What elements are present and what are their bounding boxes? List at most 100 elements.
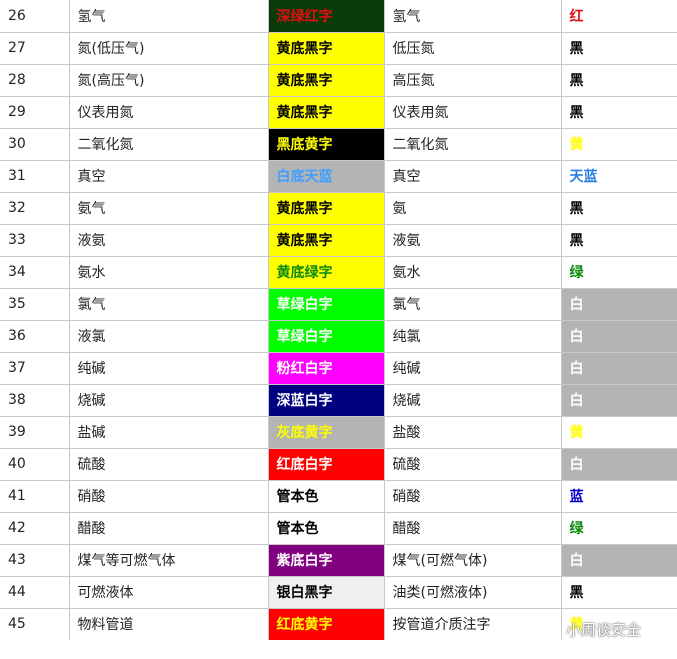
medium-name: 氢气 xyxy=(68,0,269,33)
table-row: 42 醋酸 管本色 醋酸绿 xyxy=(0,511,677,545)
text-color: 黑 xyxy=(560,223,677,257)
row-number: 36 xyxy=(0,319,70,353)
pipe-label: 氯气 xyxy=(383,287,562,321)
row-number: 29 xyxy=(0,95,70,129)
pipe-label: 仪表用氮 xyxy=(383,95,562,129)
color-scheme: 粉红白字 xyxy=(267,351,385,385)
color-scheme: 黄底黑字 xyxy=(267,95,385,129)
medium-name: 硫酸 xyxy=(68,447,269,481)
pipe-label: 烧碱 xyxy=(383,383,562,417)
table-row: 31 真空 白底天蓝 真空 天蓝 xyxy=(0,159,677,193)
pipe-label: 按管道介质注字 xyxy=(383,607,562,640)
pipe-label: 氨水 xyxy=(383,255,562,289)
row-number: 39 xyxy=(0,415,70,449)
row-number: 44 xyxy=(0,575,70,609)
table-row: 38 烧碱 深蓝白字 烧碱白 xyxy=(0,383,677,417)
medium-name: 煤气等可燃气体 xyxy=(68,543,269,577)
row-number: 26 xyxy=(0,0,70,33)
pipe-label: 煤气(可燃气体) xyxy=(383,543,562,577)
color-scheme: 灰底黄字 xyxy=(267,415,385,449)
medium-name: 氨气 xyxy=(68,191,269,225)
color-scheme: 红底白字 xyxy=(267,447,385,481)
pipe-label: 醋酸 xyxy=(383,511,562,545)
table-row: 43 煤气等可燃气体 紫底白字 煤气(可燃气体) 白 xyxy=(0,543,677,577)
table-body: 26 氢气 深绿红字 氢气红 27 氮(低压气) 黄底黑字 低压氮黑 28 氮(高压气) 黄底黑字高… xyxy=(0,0,677,640)
row-number: 30 xyxy=(0,127,70,161)
pipe-label: 真空 xyxy=(383,159,562,193)
row-number: 45 xyxy=(0,607,70,640)
row-number: 31 xyxy=(0,159,70,193)
table-row: 30 二氧化氮 黑底黄字 二氧化氮黄 xyxy=(0,127,677,161)
medium-name: 液氯 xyxy=(68,319,269,353)
medium-name: 真空 xyxy=(68,159,269,193)
medium-name: 物料管道 xyxy=(68,607,269,640)
color-scheme: 黑底黄字 xyxy=(267,127,385,161)
medium-name: 液氨 xyxy=(68,223,269,257)
pipe-label: 二氧化氮 xyxy=(383,127,562,161)
text-color: 黑 xyxy=(560,63,677,97)
table-row: 41 硝酸 管本色 硝酸蓝 xyxy=(0,479,677,513)
color-scheme: 管本色 xyxy=(267,479,385,513)
row-number: 35 xyxy=(0,287,70,321)
color-scheme: 深绿红字 xyxy=(267,0,385,33)
table-row: 26 氢气 深绿红字 氢气红 xyxy=(0,0,677,33)
medium-name: 硝酸 xyxy=(68,479,269,513)
text-color: 黑 xyxy=(560,31,677,65)
pipe-label: 高压氮 xyxy=(383,63,562,97)
table-row: 27 氮(低压气) 黄底黑字 低压氮黑 xyxy=(0,31,677,65)
row-number: 32 xyxy=(0,191,70,225)
row-number: 27 xyxy=(0,31,70,65)
medium-name: 氯气 xyxy=(68,287,269,321)
medium-name: 氨水 xyxy=(68,255,269,289)
text-color: 黄 xyxy=(560,607,677,640)
text-color: 白 xyxy=(560,351,677,385)
table-row: 36 液氯 草绿白字 纯氯白 xyxy=(0,319,677,353)
row-number: 28 xyxy=(0,63,70,97)
color-scheme: 草绿白字 xyxy=(267,319,385,353)
row-number: 38 xyxy=(0,383,70,417)
text-color: 白 xyxy=(560,319,677,353)
text-color: 蓝 xyxy=(560,479,677,513)
text-color: 白 xyxy=(560,543,677,577)
table-row: 28 氮(高压气) 黄底黑字 高压氮黑 xyxy=(0,63,677,97)
pipe-label: 硫酸 xyxy=(383,447,562,481)
text-color: 白 xyxy=(560,447,677,481)
color-scheme: 黄底黑字 xyxy=(267,223,385,257)
row-number: 34 xyxy=(0,255,70,289)
table-row: 29 仪表用氮 黄底黑字 仪表用氮黑 xyxy=(0,95,677,129)
text-color: 白 xyxy=(560,383,677,417)
text-color: 黄 xyxy=(560,415,677,449)
text-color: 绿 xyxy=(560,511,677,545)
color-scheme: 黄底黑字 xyxy=(267,191,385,225)
pipe-label: 硝酸 xyxy=(383,479,562,513)
medium-name: 盐碱 xyxy=(68,415,269,449)
medium-name: 可燃液体 xyxy=(68,575,269,609)
pipe-label: 纯氯 xyxy=(383,319,562,353)
medium-name: 氮(低压气) xyxy=(68,31,269,65)
pipe-label: 油类(可燃液体) xyxy=(383,575,562,609)
row-number: 41 xyxy=(0,479,70,513)
medium-name: 醋酸 xyxy=(68,511,269,545)
row-number: 37 xyxy=(0,351,70,385)
text-color: 天蓝 xyxy=(560,159,677,193)
table-row: 44 可燃液体 银白黑字 油类(可燃液体) 黑 xyxy=(0,575,677,609)
medium-name: 仪表用氮 xyxy=(68,95,269,129)
color-scheme: 红底黄字 xyxy=(267,607,385,640)
table-row: 40 硫酸 红底白字 硫酸白 xyxy=(0,447,677,481)
color-scheme: 管本色 xyxy=(267,511,385,545)
color-scheme: 黄底黑字 xyxy=(267,31,385,65)
color-scheme: 黄底绿字 xyxy=(267,255,385,289)
table-row: 35 氯气 草绿白字 氯气白 xyxy=(0,287,677,321)
row-number: 43 xyxy=(0,543,70,577)
pipe-color-table: 26 氢气 深绿红字 氢气红 27 氮(低压气) 黄底黑字 低压氮黑 28 氮(高压气) 黄底黑字高… xyxy=(0,0,677,640)
text-color: 黑 xyxy=(560,575,677,609)
table-row: 33 液氨 黄底黑字 液氨黑 xyxy=(0,223,677,257)
color-scheme: 草绿白字 xyxy=(267,287,385,321)
medium-name: 烧碱 xyxy=(68,383,269,417)
text-color: 红 xyxy=(560,0,677,33)
color-scheme: 深蓝白字 xyxy=(267,383,385,417)
pipe-label: 纯碱 xyxy=(383,351,562,385)
pipe-label: 低压氮 xyxy=(383,31,562,65)
text-color: 绿 xyxy=(560,255,677,289)
color-scheme: 紫底白字 xyxy=(267,543,385,577)
